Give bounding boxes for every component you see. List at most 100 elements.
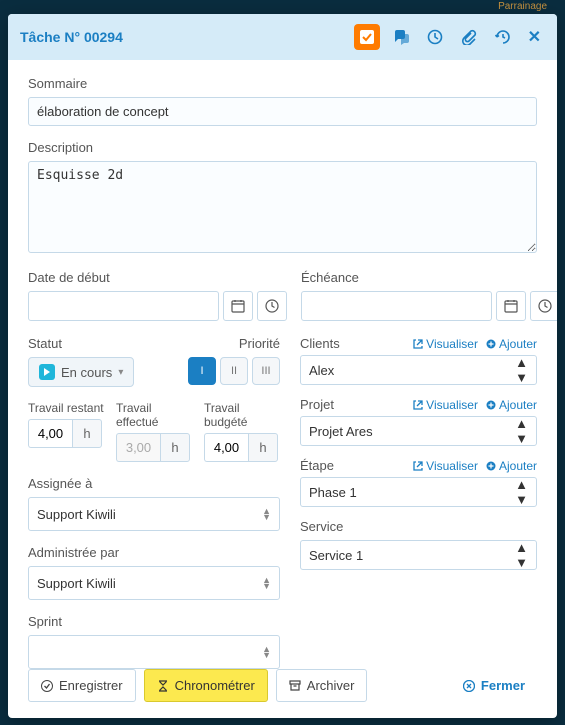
status-group: Statut En cours ▾	[28, 336, 134, 387]
step-add-link[interactable]: Ajouter	[486, 459, 537, 473]
service-group: Service Service 1 ▲▼	[300, 519, 537, 570]
priority-label: Priorité	[188, 336, 280, 351]
tab-details[interactable]	[354, 24, 380, 50]
background-text: Parrainage	[498, 1, 547, 12]
status-label: Statut	[28, 336, 134, 351]
tab-comments[interactable]	[388, 24, 414, 50]
description-label: Description	[28, 140, 537, 155]
sprint-label: Sprint	[28, 614, 280, 629]
due-date-label: Échéance	[301, 270, 557, 285]
sort-icon: ▲▼	[262, 577, 271, 589]
checkbox-icon	[359, 29, 375, 45]
external-link-icon	[413, 461, 423, 471]
assigned-to-label: Assignée à	[28, 476, 280, 491]
right-column: Clients Visualiser Ajouter Alex ▲▼ Proje…	[300, 336, 537, 669]
plus-circle-icon	[486, 461, 496, 471]
work-remaining-input[interactable]	[28, 419, 72, 448]
clients-select[interactable]: Alex ▲▼	[300, 355, 537, 385]
service-value: Service 1	[309, 548, 363, 563]
plus-circle-icon	[486, 400, 496, 410]
paperclip-icon	[461, 29, 477, 45]
project-label: Projet	[300, 397, 334, 412]
service-select[interactable]: Service 1 ▲▼	[300, 540, 537, 570]
service-label: Service	[300, 519, 537, 534]
admin-by-group: Administrée par Support Kiwili ▲▼	[28, 545, 280, 600]
summary-group: Sommaire	[28, 76, 537, 126]
start-date-label: Date de début	[28, 270, 287, 285]
clients-add-link[interactable]: Ajouter	[486, 337, 537, 351]
priority-1[interactable]: I	[188, 357, 216, 385]
left-column: Statut En cours ▾ Priorité I II III	[28, 336, 280, 669]
save-button[interactable]: Enregistrer	[28, 669, 136, 702]
clients-view-link[interactable]: Visualiser	[413, 337, 478, 351]
tab-history[interactable]	[490, 24, 516, 50]
close-footer-button[interactable]: Fermer	[451, 670, 537, 701]
assigned-to-value: Support Kiwili	[37, 507, 116, 522]
dates-row: Date de début Échéance Notification ⓘ	[28, 270, 537, 322]
comments-icon	[392, 29, 410, 45]
work-budget-group: Travail budgété h	[204, 401, 280, 462]
due-date-calendar[interactable]	[496, 291, 526, 321]
archive-icon	[289, 680, 301, 692]
status-select[interactable]: En cours ▾	[28, 357, 134, 387]
work-unit: h	[160, 433, 190, 462]
step-select[interactable]: Phase 1 ▲▼	[300, 477, 537, 507]
start-date-calendar[interactable]	[223, 291, 253, 321]
hourglass-icon	[157, 680, 169, 692]
step-value: Phase 1	[309, 485, 357, 500]
project-select[interactable]: Projet Ares ▲▼	[300, 416, 537, 446]
archive-button[interactable]: Archiver	[276, 669, 368, 702]
due-date-time[interactable]	[530, 291, 557, 321]
sort-icon: ▲▼	[262, 646, 271, 658]
work-remaining-label: Travail restant	[28, 401, 104, 415]
work-unit: h	[72, 419, 102, 448]
admin-by-label: Administrée par	[28, 545, 280, 560]
times-circle-icon	[463, 680, 475, 692]
summary-input[interactable]	[28, 97, 537, 126]
description-group: Description Esquisse 2d	[28, 140, 537, 256]
sprint-select[interactable]: ▲▼	[28, 635, 280, 669]
description-textarea[interactable]: Esquisse 2d	[28, 161, 537, 253]
external-link-icon	[413, 400, 423, 410]
start-date-time[interactable]	[257, 291, 287, 321]
project-add-link[interactable]: Ajouter	[486, 398, 537, 412]
calendar-icon	[504, 299, 518, 313]
history-icon	[495, 29, 511, 45]
clients-group: Clients Visualiser Ajouter Alex ▲▼	[300, 336, 537, 385]
tab-attachments[interactable]	[456, 24, 482, 50]
modal-body: Sommaire Description Esquisse 2d Date de…	[8, 60, 557, 669]
due-date-input[interactable]	[301, 291, 492, 321]
admin-by-select[interactable]: Support Kiwili ▲▼	[28, 566, 280, 600]
sort-icon: ▲▼	[515, 355, 528, 385]
clients-value: Alex	[309, 363, 334, 378]
form-columns: Statut En cours ▾ Priorité I II III	[28, 336, 537, 669]
chevron-down-icon: ▾	[118, 367, 123, 378]
modal-header: Tâche N° 00294 ✕	[8, 14, 557, 60]
sort-icon: ▲▼	[262, 508, 271, 520]
modal-footer: Enregistrer Chronométrer Archiver Fermer	[8, 669, 557, 718]
work-done-input	[116, 433, 160, 462]
sprint-group: Sprint ▲▼	[28, 614, 280, 669]
start-date-group: Date de début	[28, 270, 287, 322]
work-remaining-group: Travail restant h	[28, 401, 104, 462]
timer-button[interactable]: Chronométrer	[144, 669, 268, 702]
tab-time[interactable]	[422, 24, 448, 50]
check-circle-icon	[41, 680, 53, 692]
priority-3[interactable]: III	[252, 357, 280, 385]
priority-2[interactable]: II	[220, 357, 248, 385]
step-view-link[interactable]: Visualiser	[413, 459, 478, 473]
assigned-to-select[interactable]: Support Kiwili ▲▼	[28, 497, 280, 531]
priority-group: Priorité I II III	[188, 336, 280, 385]
work-row: Travail restant h Travail effectué h	[28, 401, 280, 462]
close-button[interactable]: ✕	[524, 27, 545, 47]
status-value: En cours	[61, 365, 112, 380]
work-budget-input[interactable]	[204, 433, 248, 462]
project-view-link[interactable]: Visualiser	[413, 398, 478, 412]
task-modal: Tâche N° 00294 ✕ Sommaire	[8, 14, 557, 718]
start-date-input[interactable]	[28, 291, 219, 321]
work-done-label: Travail effectué	[116, 401, 192, 429]
plus-circle-icon	[486, 339, 496, 349]
calendar-icon	[231, 299, 245, 313]
modal-title: Tâche N° 00294	[20, 29, 123, 45]
header-tabs: ✕	[354, 24, 545, 50]
